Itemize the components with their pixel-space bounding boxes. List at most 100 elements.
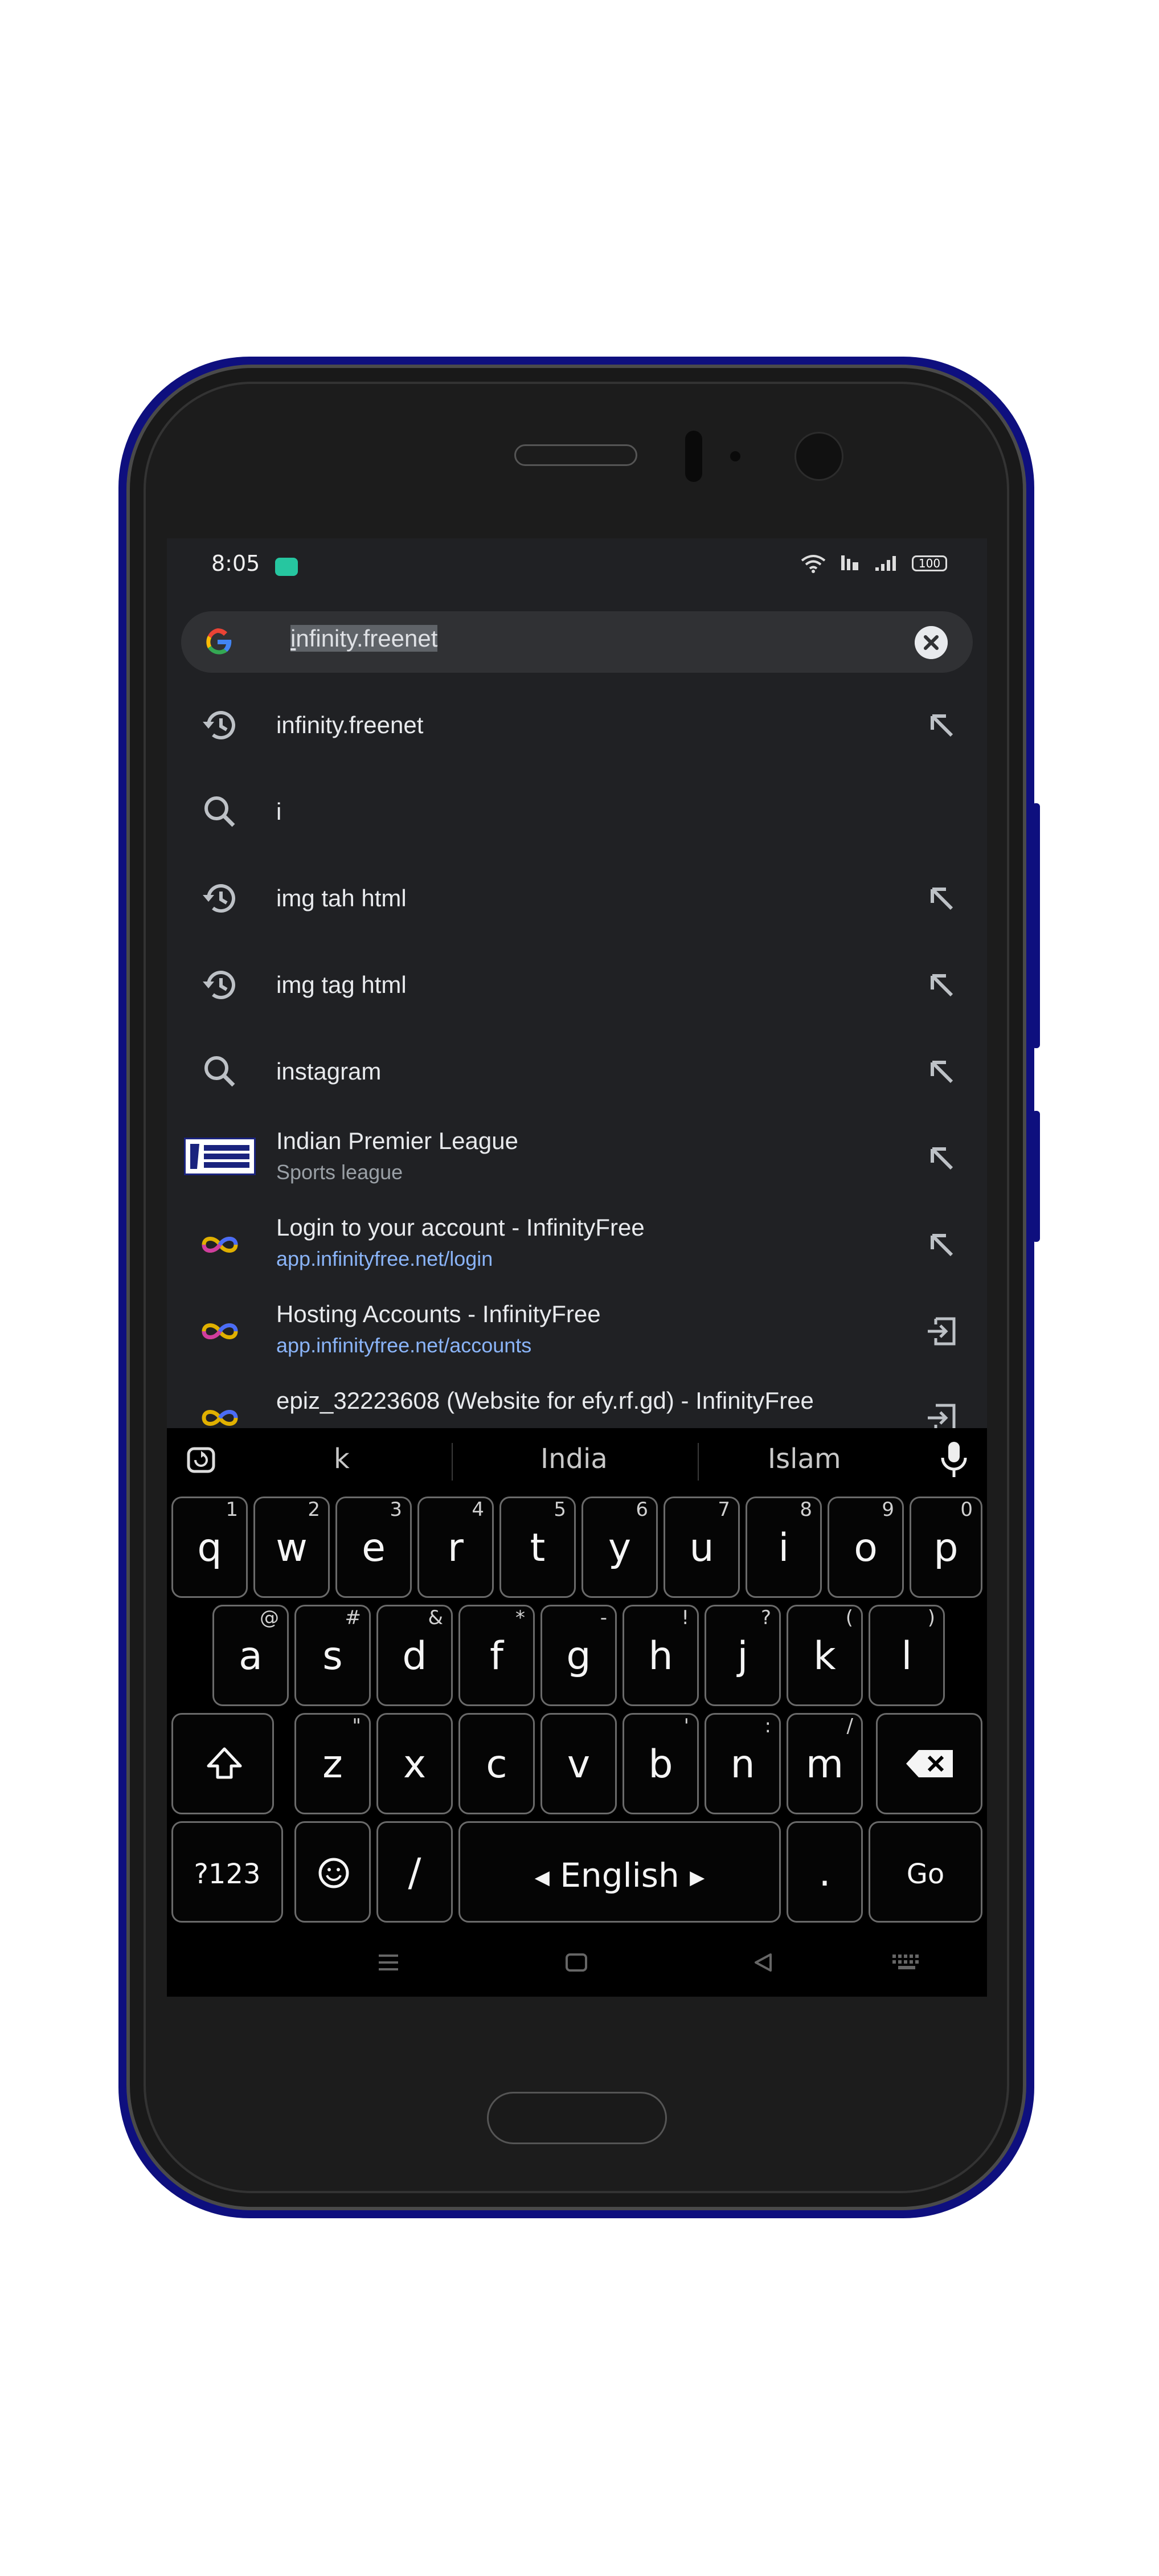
key-d[interactable]: & d xyxy=(376,1605,453,1706)
key-label: a xyxy=(239,1634,263,1679)
clear-search-button[interactable] xyxy=(915,626,948,659)
key-t[interactable]: 5t xyxy=(499,1496,576,1598)
suggestion-item[interactable]: Hosting Accounts - InfinityFree app.infi… xyxy=(167,1288,987,1375)
emoji-key[interactable] xyxy=(294,1821,371,1923)
search-input[interactable]: infinity.freenet xyxy=(290,625,438,652)
space-label: ◀ English ▶ xyxy=(460,1856,779,1895)
key-n[interactable]: :n xyxy=(705,1713,781,1814)
google-logo-icon xyxy=(206,628,232,655)
key-f[interactable]: * f xyxy=(458,1605,535,1706)
back-icon[interactable] xyxy=(751,1951,775,1974)
fill-query-arrow-icon[interactable] xyxy=(923,1140,960,1176)
suggestion-item[interactable]: Indian Premier League Sports league xyxy=(167,1115,987,1201)
key-i[interactable]: 8i xyxy=(746,1496,822,1598)
key-label: / xyxy=(408,1850,421,1895)
symbols-key[interactable]: ?123 xyxy=(171,1821,283,1923)
microphone-icon[interactable] xyxy=(937,1440,971,1479)
key-l[interactable]: ) l xyxy=(869,1605,945,1706)
key-label: k xyxy=(813,1634,836,1679)
key-k[interactable]: (k xyxy=(787,1605,863,1706)
key-hint: ) xyxy=(927,1606,935,1629)
suggestion-item[interactable]: instagram xyxy=(167,1028,987,1115)
key-c[interactable]: c xyxy=(458,1713,535,1814)
key-y[interactable]: 6y xyxy=(581,1496,658,1598)
key-b[interactable]: ' b xyxy=(622,1713,699,1814)
key-hint: 3 xyxy=(390,1498,402,1521)
fill-query-arrow-icon[interactable] xyxy=(923,1053,960,1090)
suggestion-item[interactable]: Login to your account - InfinityFree app… xyxy=(167,1201,987,1288)
key-z[interactable]: " z xyxy=(294,1713,371,1814)
period-key[interactable]: . xyxy=(787,1821,863,1923)
earpiece-speaker xyxy=(514,444,637,466)
suggestion-title: Indian Premier League xyxy=(276,1127,518,1154)
key-u[interactable]: 7u xyxy=(664,1496,740,1598)
key-slash[interactable]: / xyxy=(376,1821,453,1923)
word-suggestion[interactable]: India xyxy=(540,1443,608,1475)
keyboard-switch-icon[interactable] xyxy=(891,1953,923,1972)
key-label: e xyxy=(362,1526,386,1571)
ipl-logo-graphic xyxy=(190,1144,249,1169)
key-label: j xyxy=(737,1634,748,1679)
key-o[interactable]: 9o xyxy=(828,1496,904,1598)
suggestion-title: infinity.freenet xyxy=(276,712,424,738)
language-label: English xyxy=(560,1856,679,1895)
backspace-key[interactable] xyxy=(876,1713,982,1814)
suggestion-item[interactable]: infinity.freenet xyxy=(167,682,987,768)
key-j[interactable]: ? j xyxy=(705,1605,781,1706)
key-hint: 2 xyxy=(308,1498,320,1521)
menu-icon[interactable] xyxy=(376,1952,400,1973)
open-in-tab-icon[interactable] xyxy=(923,1313,960,1350)
key-v[interactable]: v xyxy=(540,1713,617,1814)
key-label: g xyxy=(566,1634,591,1679)
key-x[interactable]: x xyxy=(376,1713,453,1814)
fill-query-arrow-icon[interactable] xyxy=(923,1226,960,1263)
suggestion-title: img tag html xyxy=(276,971,407,998)
arrow-left-icon: ◀ xyxy=(534,1866,550,1889)
key-hint: 0 xyxy=(960,1498,973,1521)
suggestion-item[interactable]: img tag html xyxy=(167,942,987,1028)
history-icon xyxy=(203,884,235,913)
key-m[interactable]: / m xyxy=(787,1713,863,1814)
key-hint: / xyxy=(846,1715,853,1737)
search-icon xyxy=(204,1056,235,1087)
key-w[interactable]: 2w xyxy=(253,1496,330,1598)
key-hint: ' xyxy=(683,1715,689,1737)
key-g[interactable]: -g xyxy=(540,1605,617,1706)
fill-query-arrow-icon[interactable] xyxy=(923,707,960,743)
word-suggestion[interactable]: Islam xyxy=(768,1443,841,1475)
divider xyxy=(698,1443,699,1481)
go-key[interactable]: Go xyxy=(869,1821,982,1923)
fill-query-arrow-icon[interactable] xyxy=(923,880,960,917)
shift-key[interactable] xyxy=(171,1713,274,1814)
key-e[interactable]: 3e xyxy=(335,1496,412,1598)
word-suggestion[interactable]: k xyxy=(334,1443,350,1475)
search-bar[interactable]: infinity.freenet xyxy=(181,611,973,673)
status-time: 8:05 xyxy=(211,551,260,576)
home-nav-icon[interactable] xyxy=(564,1951,588,1974)
key-s[interactable]: # s xyxy=(294,1605,371,1706)
suggestion-item[interactable]: i xyxy=(167,768,987,855)
key-label: r xyxy=(448,1526,464,1571)
key-label: f xyxy=(490,1634,503,1679)
front-camera xyxy=(794,432,843,481)
key-label: w xyxy=(276,1526,308,1571)
key-q[interactable]: 1q xyxy=(171,1496,248,1598)
suggestion-item[interactable]: img tah html xyxy=(167,855,987,942)
key-hint: ? xyxy=(760,1606,771,1629)
message-notification-icon xyxy=(275,558,298,576)
key-p[interactable]: 0p xyxy=(910,1496,982,1598)
key-a[interactable]: @ a xyxy=(212,1605,289,1706)
key-r[interactable]: 4r xyxy=(417,1496,494,1598)
volte-icon xyxy=(841,555,858,570)
key-h[interactable]: ! h xyxy=(622,1605,699,1706)
history-icon xyxy=(203,971,235,1000)
space-key[interactable]: ◀ English ▶ xyxy=(458,1821,781,1923)
suggestion-title: Login to your account - InfinityFree xyxy=(276,1214,645,1241)
key-label: u xyxy=(689,1526,714,1571)
search-text-selected: infinity.freenet xyxy=(290,625,438,652)
fill-query-arrow-icon[interactable] xyxy=(923,967,960,1003)
key-hint: 7 xyxy=(718,1498,730,1521)
clipboard-history-icon[interactable] xyxy=(184,1443,218,1477)
key-hint: * xyxy=(515,1606,525,1629)
home-button[interactable] xyxy=(487,2092,667,2144)
